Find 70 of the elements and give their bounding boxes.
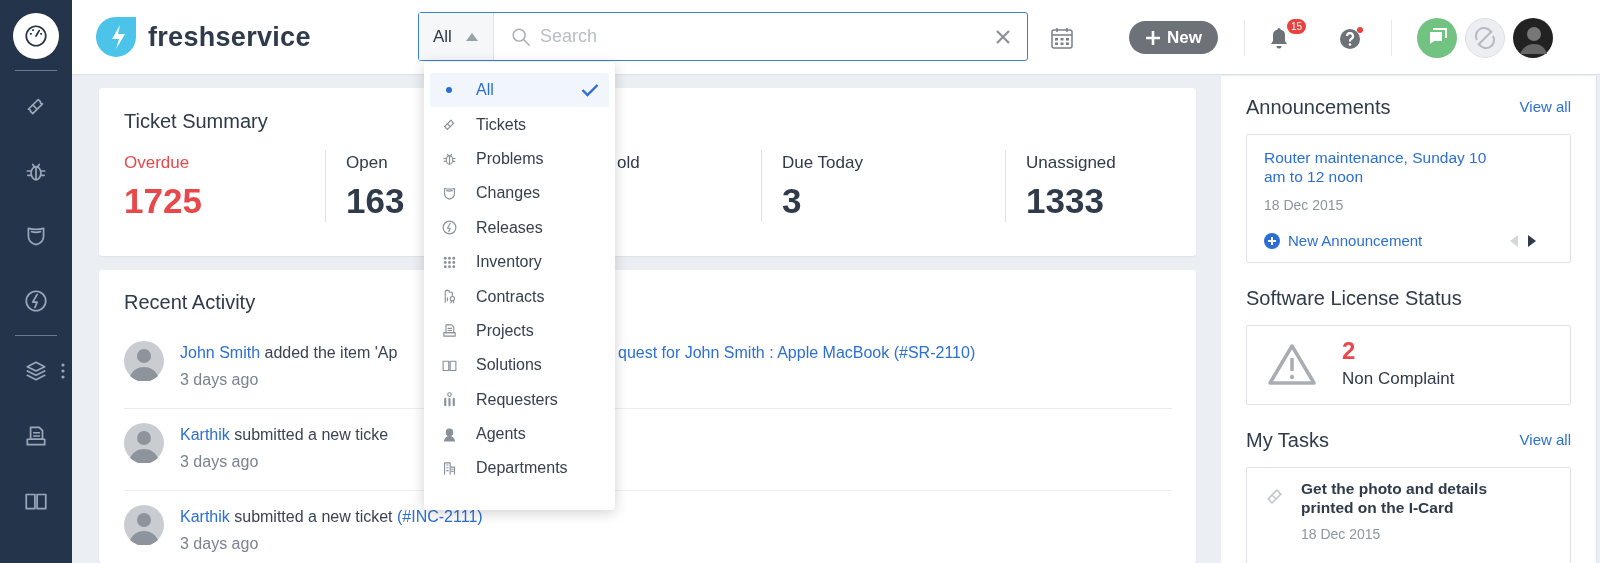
stat-value: 1725 — [124, 179, 202, 222]
user-link[interactable]: Karthik — [180, 508, 230, 525]
document-tray-icon — [23, 423, 49, 449]
menu-item[interactable]: Changes — [430, 176, 609, 211]
card-title: Ticket Summary — [124, 109, 268, 134]
more-icon — [61, 363, 65, 379]
user-link[interactable]: Karthik — [180, 426, 230, 443]
section-title: Software License Status — [1246, 286, 1462, 312]
avatar — [124, 505, 164, 545]
bullet-icon — [446, 87, 452, 94]
avatar — [124, 341, 164, 381]
close-icon — [995, 28, 1011, 45]
activity-time: 3 days ago — [180, 370, 259, 390]
user-avatar[interactable] — [1512, 17, 1553, 58]
activity-time: 3 days ago — [180, 534, 259, 554]
menu-item[interactable]: Departments — [430, 451, 609, 486]
stat-label: Overdue — [124, 152, 190, 174]
plus-icon — [1264, 233, 1280, 250]
check-icon — [581, 83, 599, 98]
menu-item[interactable]: Solutions — [430, 348, 609, 383]
task-date: 18 Dec 2015 — [1301, 524, 1382, 544]
menu-item[interactable]: Agents — [430, 416, 609, 452]
help-icon[interactable] — [1338, 24, 1365, 51]
menu-item[interactable]: Problems — [430, 141, 609, 177]
menu-item[interactable]: Releases — [430, 210, 609, 245]
stat-label: Open — [346, 152, 388, 174]
stat-label: Due Today — [782, 152, 863, 174]
menu-item[interactable]: Tickets — [430, 107, 609, 142]
stat-label: old — [617, 152, 640, 174]
calendar-icon[interactable] — [1050, 25, 1074, 50]
warning-icon — [1267, 343, 1317, 388]
plus-icon — [1145, 29, 1161, 46]
stat-label: Unassigned — [1026, 152, 1116, 174]
search-field[interactable]: All Search — [418, 12, 1028, 61]
menu-item[interactable]: Requesters — [430, 382, 609, 417]
stat-value: 1333 — [1026, 179, 1104, 222]
activity-time: 3 days ago — [180, 452, 259, 472]
menu-item[interactable]: Projects — [430, 313, 609, 349]
ticket-link[interactable]: quest for John Smith : Apple MacBook (#SR-2110) — [618, 341, 976, 365]
license-label: Non Complaint — [1342, 368, 1455, 391]
scope-dropdown[interactable]: All — [419, 13, 494, 60]
menu-item[interactable]: All — [430, 73, 609, 108]
announcement-date: 18 Dec 2015 — [1264, 195, 1345, 215]
caret-icon — [465, 31, 479, 42]
stat-value: 163 — [346, 179, 405, 222]
user-link[interactable]: John Smith — [180, 344, 261, 361]
lightning-icon — [440, 219, 458, 237]
gauge-icon — [23, 23, 49, 49]
lightning-icon — [23, 288, 49, 314]
announcement-title[interactable]: Router maintenance, Sunday 10 am to 12 noon — [1264, 149, 1504, 187]
menu-item[interactable]: Contracts — [430, 279, 609, 314]
view-all-link[interactable]: View all — [1519, 428, 1571, 452]
section-title: My Tasks — [1246, 427, 1329, 453]
activity-text: Karthik submitted a new ticke — [180, 425, 389, 445]
stat-value: 3 — [782, 179, 802, 222]
activity-text: John Smith added the item 'Ap — [180, 343, 398, 363]
sidebar-item[interactable] — [13, 13, 59, 59]
task-title: Get the photo and details printed on the I-Card — [1301, 479, 1488, 518]
brand-name: freshservice — [148, 20, 311, 54]
card-title: Recent Activity — [124, 290, 256, 315]
clear-button[interactable] — [995, 28, 1011, 45]
license-count: 2 — [1342, 338, 1356, 365]
next-button[interactable] — [1527, 234, 1537, 249]
avatar — [124, 423, 164, 463]
view-all-link[interactable]: View all — [1519, 95, 1571, 119]
document-tray-icon — [440, 322, 458, 340]
section-title: Announcements — [1246, 95, 1391, 120]
new-announcement-link[interactable]: New Announcement — [1264, 229, 1423, 253]
activity-text: Karthik submitted a new ticket (#INC-2111) — [180, 505, 483, 529]
menu-item[interactable]: Inventory — [430, 244, 609, 280]
